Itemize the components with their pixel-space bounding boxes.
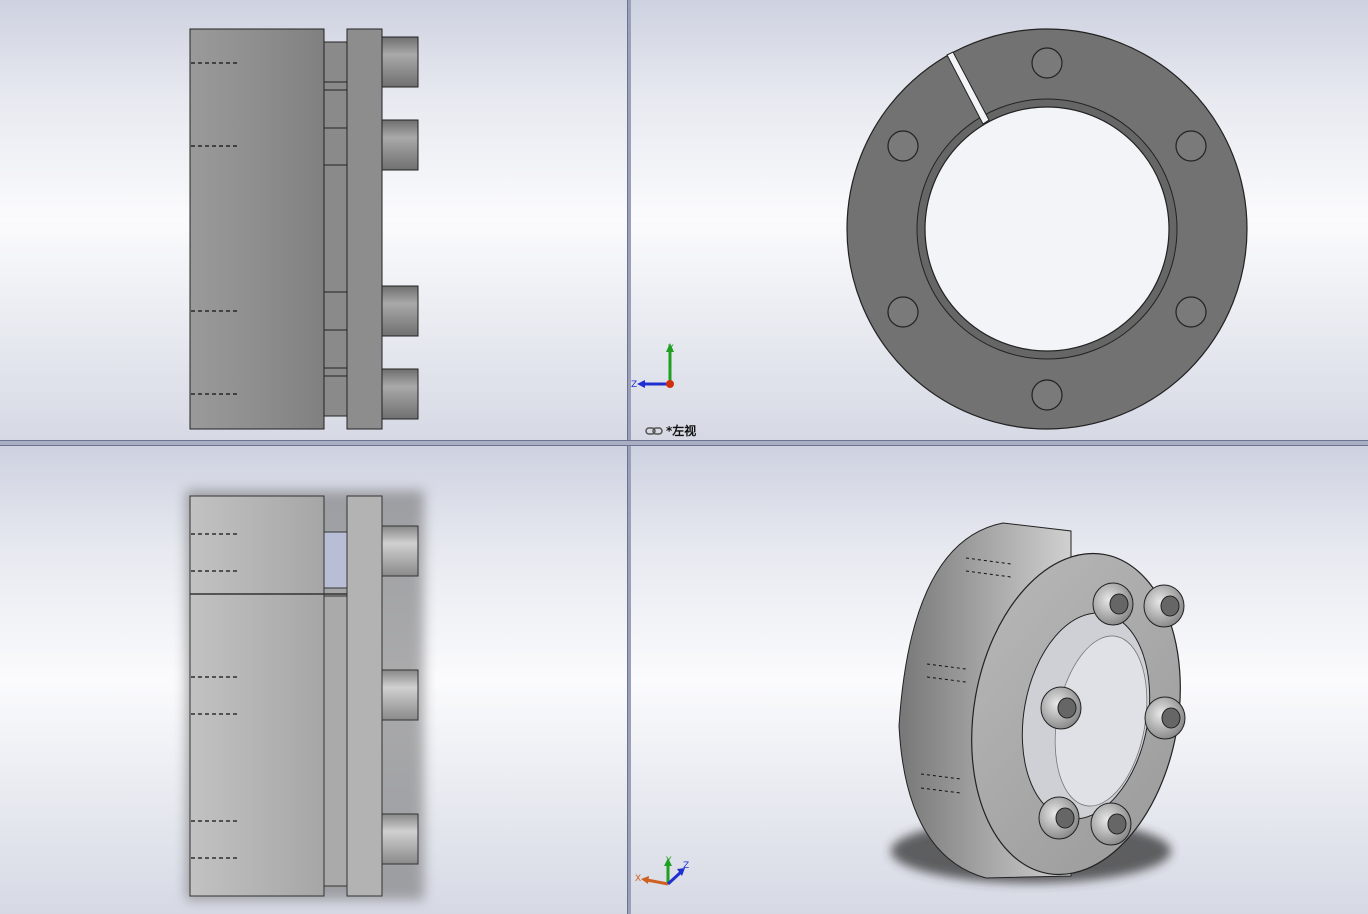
viewport-bottom-left[interactable] [0,446,627,914]
bolt-hole [1031,47,1063,79]
bolt-head [381,119,419,171]
flange [346,28,383,430]
bolt-hole [1175,296,1207,328]
triad-z-label: Z [683,861,689,871]
triad-z-label: Z [631,380,637,390]
left-view-model [846,28,1248,430]
bolt-hole [887,296,919,328]
shaded-side-view-model [186,490,424,900]
triad-y-label: Y [665,856,672,866]
view-label: *左视 [645,422,696,439]
isometric-model [891,522,1186,883]
view-label-text: *左视 [666,424,697,438]
viewport-top-left[interactable] [0,0,627,440]
bolt-head [381,36,419,88]
axis-triad: Y Z [631,343,674,390]
bolt-head [381,285,419,337]
bolt-hole [1175,130,1207,162]
viewport-bottom-right[interactable]: Y X Z [631,446,1368,914]
bore [924,106,1170,352]
link-icon [645,426,663,435]
bolt-hole [887,130,919,162]
hub-body [189,28,325,430]
bolt-hole [1031,379,1063,411]
bolt-head [381,368,419,420]
triad-y-label: Y [667,344,674,354]
axis-triad: Y X Z [635,856,689,886]
neck [323,41,348,417]
viewport-top-right[interactable]: Y Z *左视 [631,0,1368,440]
triad-x-label: X [635,874,641,884]
side-view-model [189,28,419,430]
